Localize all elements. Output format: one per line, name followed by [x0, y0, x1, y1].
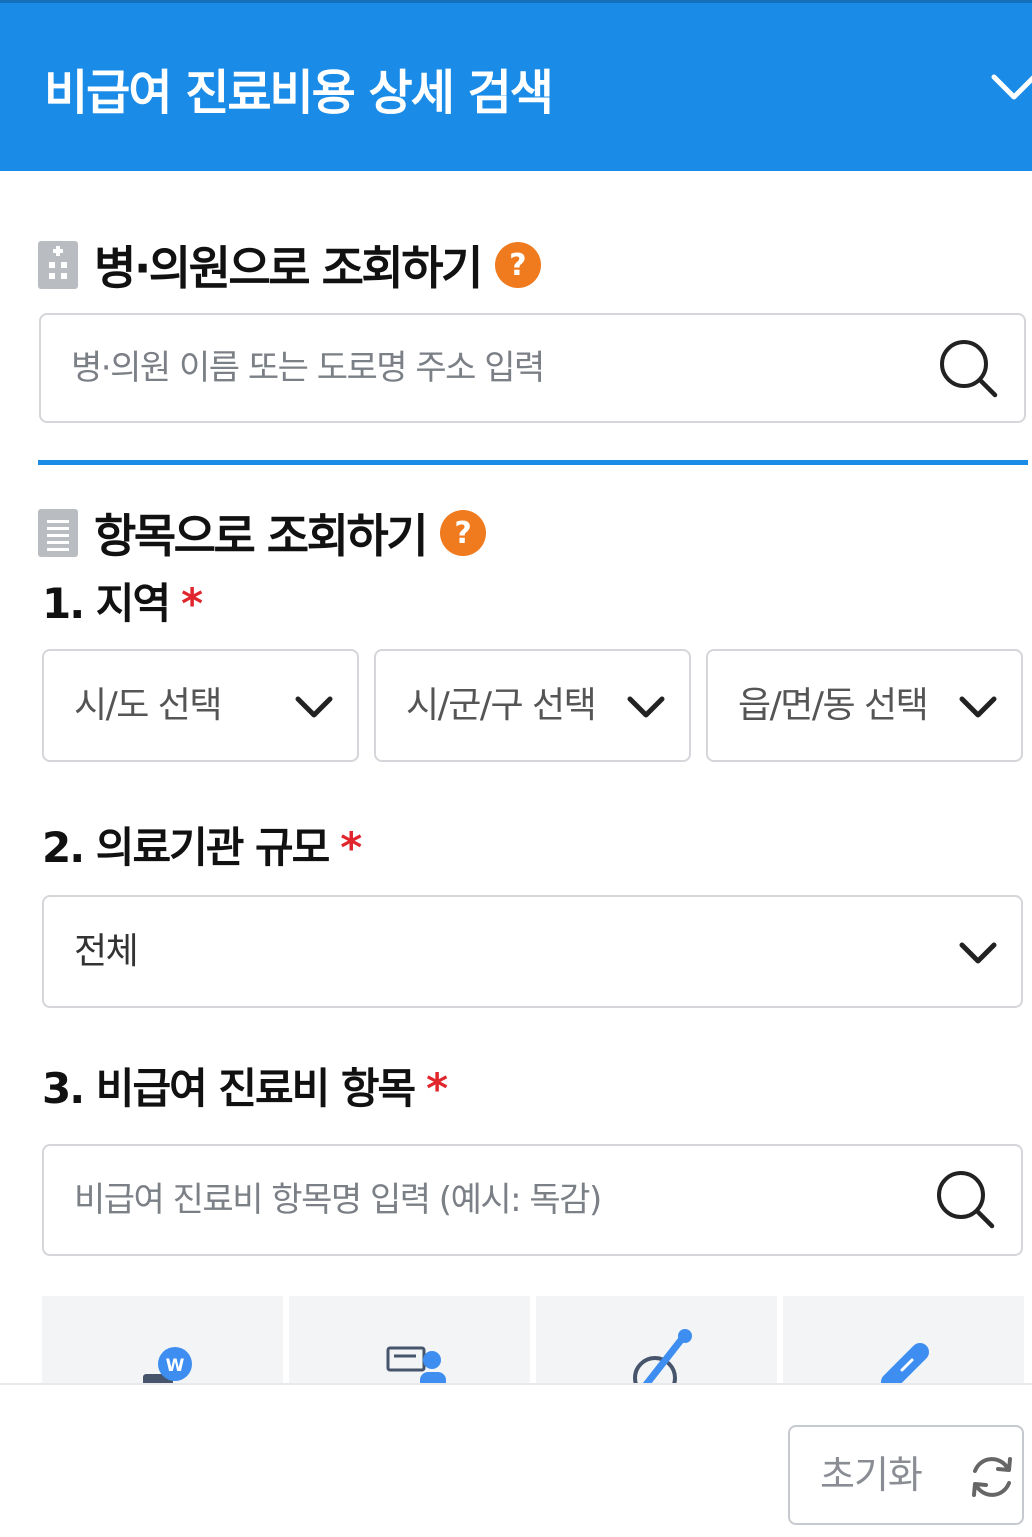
town-select-value: 읍/면/동 선택: [738, 685, 929, 726]
city-select[interactable]: 시/군/구 선택: [374, 649, 691, 762]
item-search-input[interactable]: [74, 1146, 924, 1254]
chevron-down-icon[interactable]: [990, 63, 1032, 113]
document-list-icon: [38, 509, 78, 557]
item-search-box[interactable]: [42, 1144, 1023, 1256]
category-tile-fee[interactable]: W: [42, 1296, 283, 1384]
town-select[interactable]: 읍/면/동 선택: [706, 649, 1023, 762]
reset-button[interactable]: 초기화: [788, 1425, 1024, 1525]
chevron-down-icon: [295, 696, 333, 718]
search-icon[interactable]: [937, 337, 1001, 401]
reset-button-label: 초기화: [820, 1453, 923, 1497]
hospital-section-title: 병·의원으로 조회하기 ?: [38, 232, 541, 298]
section-divider: [38, 460, 1028, 465]
city-select-value: 시/군/구 선택: [406, 685, 597, 726]
chevron-down-icon: [627, 696, 665, 718]
capsule-icon: [880, 1343, 929, 1384]
chevron-down-icon: [959, 942, 997, 964]
category-tile-injection[interactable]: [536, 1296, 777, 1384]
facility-scale-value: 전체: [74, 931, 139, 972]
province-select[interactable]: 시/도 선택: [42, 649, 359, 762]
search-icon[interactable]: [934, 1168, 998, 1232]
page-title: 비급여 진료비용 상세 검색: [44, 65, 554, 121]
bottom-action-bar: 초기화: [0, 1383, 1032, 1537]
chevron-down-icon: [959, 696, 997, 718]
category-tile-consultation[interactable]: [289, 1296, 530, 1384]
hospital-building-icon: [38, 241, 78, 289]
facility-scale-select[interactable]: 전체: [42, 895, 1023, 1008]
help-icon[interactable]: ?: [440, 510, 487, 556]
category-strip: W: [42, 1296, 1024, 1384]
item-label: 3. 비급여 진료비 항목 *: [42, 1055, 448, 1116]
scale-label-text: 2. 의료기관 규모: [42, 823, 330, 872]
required-mark: *: [181, 579, 203, 628]
region-label-text: 1. 지역: [42, 579, 171, 628]
svg-text:W: W: [165, 1356, 184, 1376]
province-select-value: 시/도 선택: [74, 685, 223, 726]
item-label-text: 3. 비급여 진료비 항목: [42, 1064, 416, 1113]
injection-icon: [632, 1329, 692, 1384]
item-section-label: 항목으로 조회하기: [94, 509, 429, 563]
item-section-title: 항목으로 조회하기 ?: [38, 500, 487, 566]
refresh-icon: [972, 1457, 1012, 1497]
scale-label: 2. 의료기관 규모 *: [42, 814, 362, 875]
hospital-search-input[interactable]: [71, 315, 931, 421]
required-mark: *: [340, 823, 362, 872]
page-header[interactable]: 비급여 진료비용 상세 검색: [0, 0, 1032, 171]
won-card-icon: W: [142, 1347, 192, 1384]
hospital-section-label: 병·의원으로 조회하기: [94, 241, 483, 295]
region-label: 1. 지역 *: [42, 570, 203, 631]
hospital-search-box[interactable]: [39, 313, 1026, 423]
help-icon[interactable]: ?: [494, 242, 541, 288]
consultation-icon: [386, 1346, 446, 1384]
required-mark: *: [426, 1064, 448, 1113]
category-tile-medicine[interactable]: [783, 1296, 1024, 1384]
